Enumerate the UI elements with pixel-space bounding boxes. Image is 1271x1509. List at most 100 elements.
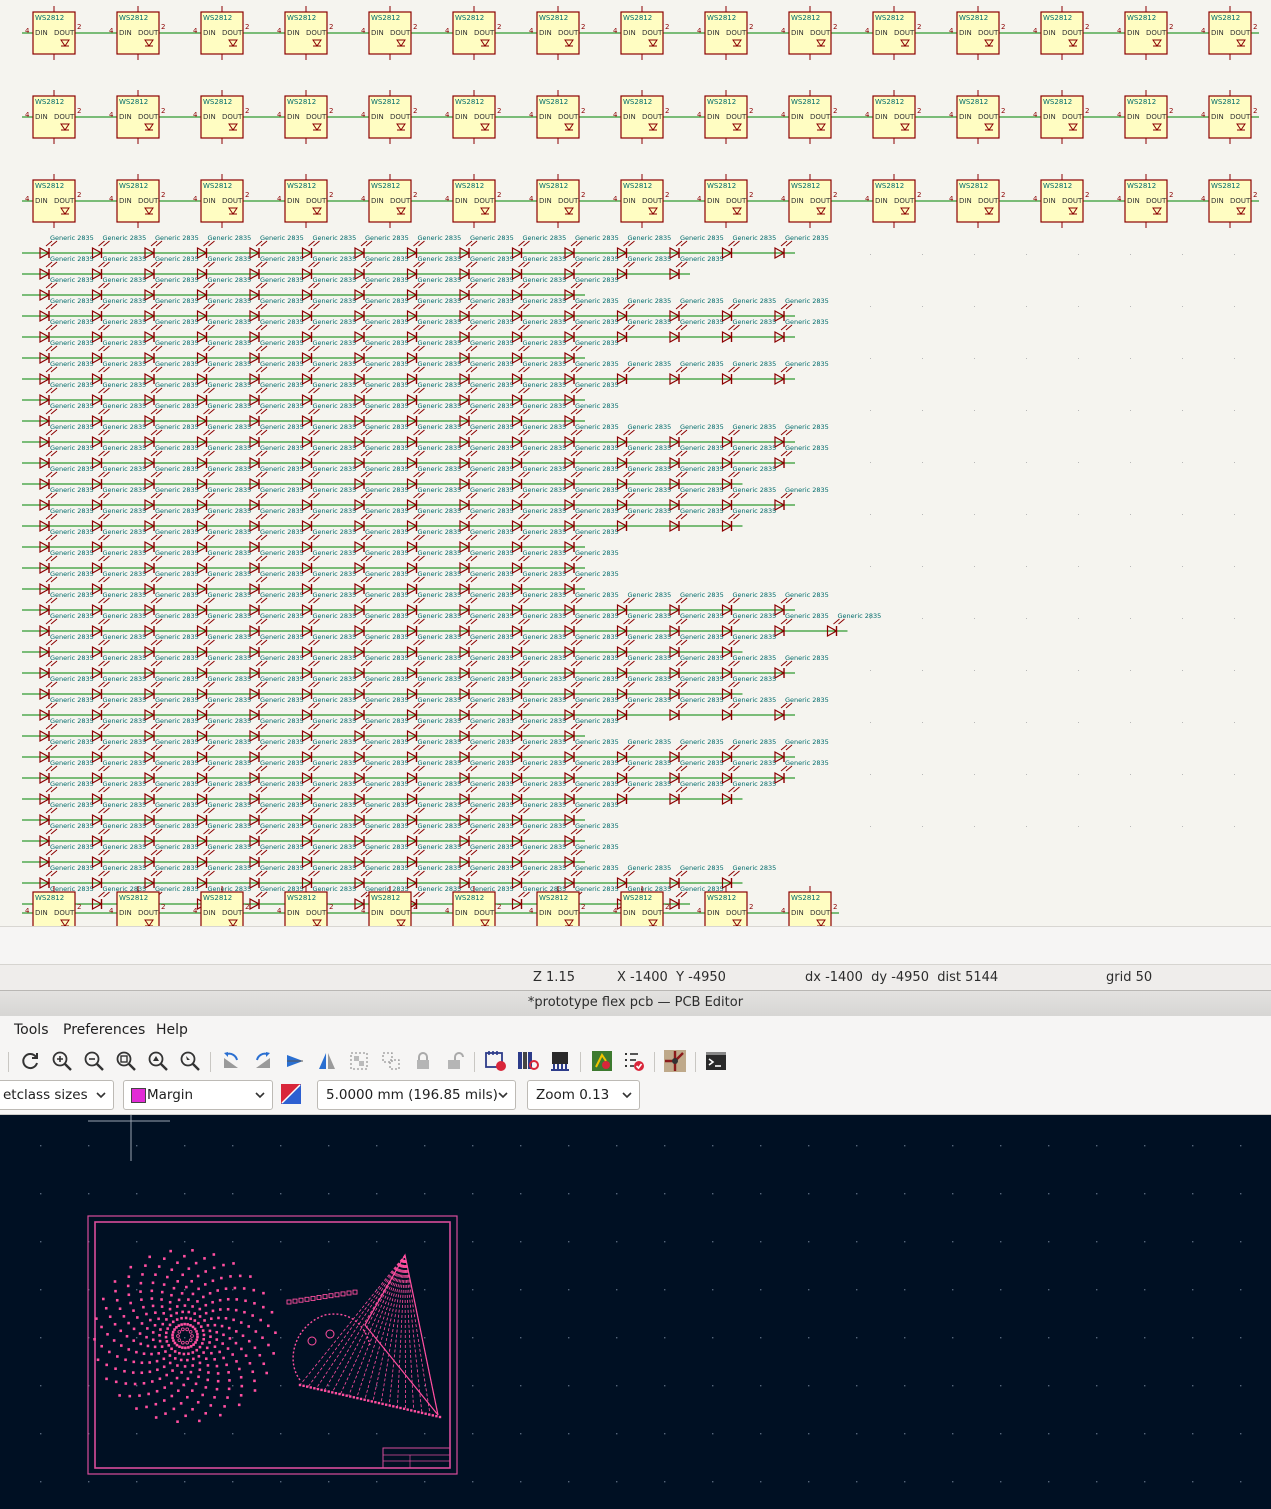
track-width-dropdown[interactable]: etclass sizes bbox=[0, 1080, 114, 1110]
rotate-ccw-icon[interactable] bbox=[218, 1049, 244, 1073]
pin-dout-label: DOUT bbox=[1230, 113, 1251, 121]
led-value-label: Generic 2835 bbox=[365, 780, 409, 788]
pin-dout-label: DOUT bbox=[390, 909, 411, 917]
zoom-in-icon[interactable] bbox=[49, 1049, 75, 1073]
pin-number-in: 4 bbox=[193, 27, 198, 35]
led-value-label: Generic 2835 bbox=[313, 423, 357, 431]
diode-symbol bbox=[774, 324, 793, 344]
diode-symbol bbox=[669, 891, 688, 911]
pin-number-in: 4 bbox=[949, 195, 954, 203]
flip-icon[interactable] bbox=[282, 1049, 308, 1073]
led-value-label: Generic 2835 bbox=[50, 486, 94, 494]
pin-din-label: DIN bbox=[959, 113, 972, 121]
zoom-fit-icon[interactable] bbox=[113, 1049, 139, 1073]
menu-preferences[interactable]: Preferences bbox=[63, 1022, 145, 1038]
ws2812-symbol: WS2812 DIN DOUT 4 2 bbox=[277, 90, 333, 144]
pin-number-out: 2 bbox=[1253, 23, 1257, 31]
zoom-out-icon[interactable] bbox=[81, 1049, 107, 1073]
led-value-label: Generic 2835 bbox=[365, 696, 409, 704]
led-value-label: Generic 2835 bbox=[523, 255, 567, 263]
led-value-label: Generic 2835 bbox=[418, 465, 462, 473]
schematic-drawing[interactable]: WS2812 DIN DOUT 4 2 WS2812 DIN DOUT 4 2 WS2812 DIN D… bbox=[0, 0, 1271, 926]
ws2812-symbol: WS2812 DIN DOUT 4 2 bbox=[193, 90, 249, 144]
led-value-label: Generic 2835 bbox=[155, 549, 199, 557]
led-value-label: Generic 2835 bbox=[103, 696, 147, 704]
led-value-label: Generic 2835 bbox=[470, 234, 514, 242]
group-icon[interactable] bbox=[346, 1049, 372, 1073]
led-value-label: Generic 2835 bbox=[733, 612, 777, 620]
pin-number-out: 2 bbox=[665, 903, 669, 911]
led-value-label: Generic 2835 bbox=[313, 843, 357, 851]
led-value-label: Generic 2835 bbox=[628, 486, 672, 494]
footprint-editor-icon[interactable] bbox=[547, 1049, 573, 1073]
led-value-label: Generic 2835 bbox=[523, 591, 567, 599]
spiral-led-array bbox=[93, 1249, 277, 1423]
layer-pair-icon[interactable] bbox=[278, 1082, 304, 1106]
scripting-console-icon[interactable] bbox=[703, 1049, 729, 1073]
led-value-label: Generic 2835 bbox=[103, 654, 147, 662]
led-value-label: Generic 2835 bbox=[50, 360, 94, 368]
drc-icon[interactable] bbox=[589, 1049, 615, 1073]
grid-size-dropdown[interactable]: 5.0000 mm (196.85 mils) bbox=[317, 1080, 516, 1110]
pin-number-in: 4 bbox=[109, 111, 114, 119]
led-value-label: Generic 2835 bbox=[523, 570, 567, 578]
led-value-label: Generic 2835 bbox=[103, 843, 147, 851]
pin-number-in: 4 bbox=[697, 111, 702, 119]
ws2812-ref: WS2812 bbox=[1211, 98, 1240, 106]
pin-dout-label: DOUT bbox=[138, 909, 159, 917]
ws2812-ref: WS2812 bbox=[1127, 98, 1156, 106]
grid-size-value: 5.0000 mm (196.85 mils) bbox=[326, 1087, 498, 1103]
led-value-label: Generic 2835 bbox=[575, 465, 619, 473]
pin-number-out: 2 bbox=[77, 903, 81, 911]
pin-number-out: 2 bbox=[1253, 191, 1257, 199]
pin-din-label: DIN bbox=[119, 113, 132, 121]
zoom-objects-icon[interactable] bbox=[145, 1049, 171, 1073]
led-value-label: Generic 2835 bbox=[50, 633, 94, 641]
led-value-label: Generic 2835 bbox=[365, 612, 409, 620]
lock-icon[interactable] bbox=[410, 1049, 436, 1073]
pcb-canvas[interactable] bbox=[0, 1115, 1271, 1509]
led-value-label: Generic 2835 bbox=[50, 864, 94, 872]
checklist-icon[interactable] bbox=[621, 1049, 647, 1073]
layer-dropdown[interactable]: Margin bbox=[123, 1080, 273, 1110]
ws2812-ref: WS2812 bbox=[119, 98, 148, 106]
pin-number-out: 2 bbox=[917, 107, 921, 115]
menu-tools[interactable]: Tools bbox=[14, 1022, 49, 1038]
led-value-label: Generic 2835 bbox=[208, 612, 252, 620]
mirror-icon[interactable] bbox=[314, 1049, 340, 1073]
schematic-horizontal-scroll-area[interactable] bbox=[0, 926, 1271, 965]
led-value-label: Generic 2835 bbox=[838, 612, 882, 620]
menu-help[interactable]: Help bbox=[156, 1022, 188, 1038]
unlock-icon[interactable] bbox=[442, 1049, 468, 1073]
pin-number-out: 2 bbox=[1085, 23, 1089, 31]
rotate-cw-icon[interactable] bbox=[250, 1049, 276, 1073]
pin-dout-label: DOUT bbox=[390, 29, 411, 37]
zoom-selection-icon[interactable] bbox=[177, 1049, 203, 1073]
footprint-browser-icon[interactable] bbox=[515, 1049, 541, 1073]
led-value-label: Generic 2835 bbox=[313, 801, 357, 809]
led-value-label: Generic 2835 bbox=[733, 297, 777, 305]
ws2812-symbol: WS2812 DIN DOUT 4 2 bbox=[781, 6, 837, 60]
pin-dout-label: DOUT bbox=[1062, 197, 1083, 205]
led-value-label: Generic 2835 bbox=[50, 318, 94, 326]
schematic-canvas[interactable]: WS2812 DIN DOUT 4 2 WS2812 DIN DOUT 4 2 WS2812 DIN D… bbox=[0, 0, 1271, 926]
led-value-label: Generic 2835 bbox=[365, 507, 409, 515]
netlist-update-icon[interactable] bbox=[483, 1049, 509, 1073]
toolbar-separator bbox=[474, 1052, 475, 1072]
led-value-label: Generic 2835 bbox=[103, 801, 147, 809]
led-value-label: Generic 2835 bbox=[155, 381, 199, 389]
led-value-label: Generic 2835 bbox=[680, 255, 724, 263]
pcb-drawing[interactable] bbox=[0, 1115, 1271, 1509]
pin-dout-label: DOUT bbox=[474, 29, 495, 37]
redraw-icon[interactable] bbox=[17, 1049, 43, 1073]
zoom-dropdown[interactable]: Zoom 0.13 bbox=[527, 1080, 640, 1110]
led-value-label: Generic 2835 bbox=[628, 780, 672, 788]
ungroup-icon[interactable] bbox=[378, 1049, 404, 1073]
pin-number-out: 2 bbox=[665, 23, 669, 31]
pcb-window-titlebar[interactable]: *prototype flex pcb — PCB Editor bbox=[0, 990, 1271, 1017]
interactive-router-icon[interactable] bbox=[662, 1049, 688, 1073]
led-value-label: Generic 2835 bbox=[523, 381, 567, 389]
led-value-label: Generic 2835 bbox=[575, 339, 619, 347]
led-value-label: Generic 2835 bbox=[155, 885, 199, 893]
led-value-label: Generic 2835 bbox=[155, 255, 199, 263]
